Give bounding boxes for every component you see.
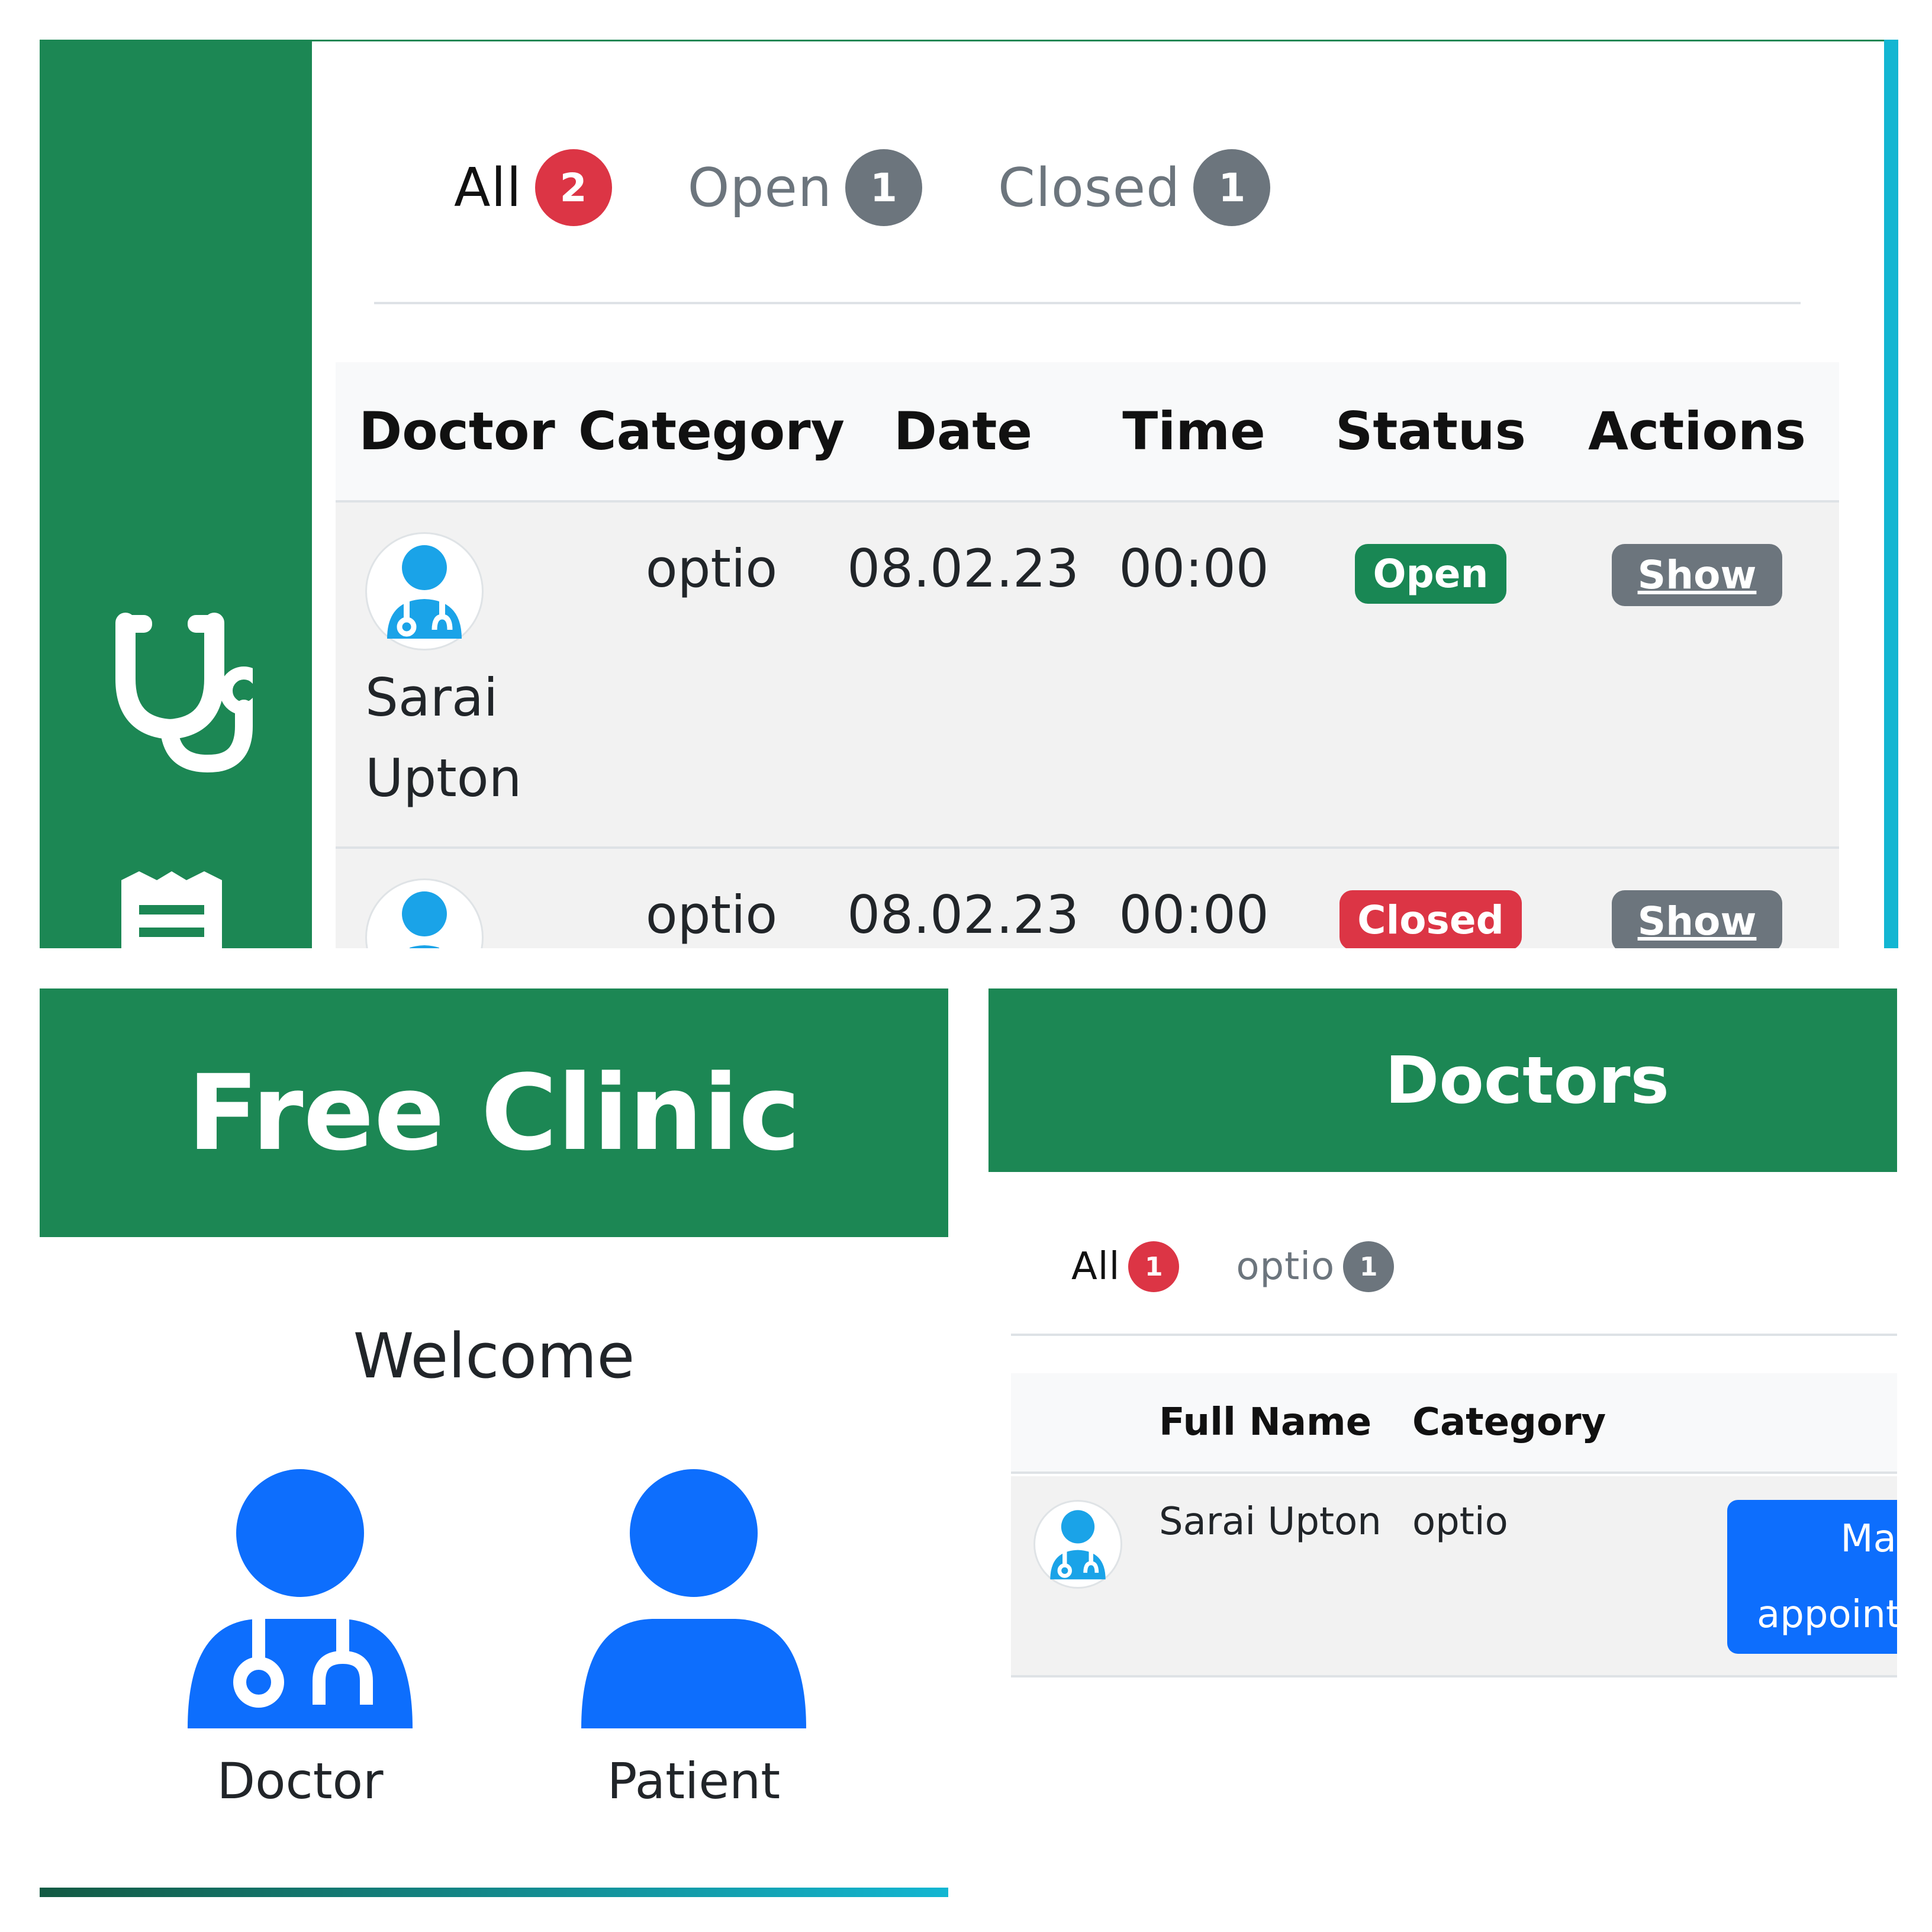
bottom-gradient-line [40,1888,948,1897]
table-header-row: Full Name Category [1011,1373,1897,1474]
table-row: Sarai Upton optio 08.02.23 00:00 Open Sh… [336,501,1839,849]
tab-all-label: All [1071,1245,1120,1289]
clipboard-list-icon[interactable] [115,868,228,948]
show-button[interactable]: Show [1611,544,1783,606]
column-header-category: Category [1412,1400,1606,1444]
tab-all-count-badge: 1 [1128,1241,1180,1292]
doctor-last-name: Upton [365,748,522,809]
column-header-category: Category [578,362,845,503]
date-cell: 08.02.23 [845,501,1081,849]
make-appointment-button[interactable]: Make appoint [1727,1500,1897,1654]
tab-closed[interactable]: Closed 1 [997,149,1271,226]
table-row: Sarai Upton optio Make appoint [1011,1476,1897,1677]
doctor-avatar-icon [1033,1500,1122,1589]
tab-closed-count-badge: 1 [1193,149,1271,226]
user-icon [581,1469,806,1728]
category-cell: optio [578,501,845,849]
status-cell: Open [1306,501,1555,849]
tab-all[interactable]: All 1 [1071,1241,1180,1292]
accent-bar [1884,40,1898,948]
tab-open[interactable]: Open 1 [688,149,922,226]
doctors-title: Doctors [1385,1042,1669,1118]
role-patient-option[interactable]: Patient [581,1468,806,1810]
date-cell: 08.02.23 [845,848,1081,948]
tab-optio-label: optio [1236,1245,1335,1289]
make-appointment-line2: appoint [1757,1593,1897,1637]
tab-all-label: All [454,156,522,219]
time-cell: 00:00 [1081,848,1306,948]
tab-open-label: Open [687,156,832,219]
make-appointment-line1: Make [1840,1517,1897,1561]
tab-optio-count-badge: 1 [1343,1241,1395,1292]
show-button[interactable]: Show [1611,890,1783,948]
actions-cell: Show [1555,848,1839,948]
sidebar [40,40,312,948]
column-header-doctor: Doctor [336,362,578,503]
appointments-table: Doctor Category Date Time Status Actions [336,362,1839,948]
doctor-avatar-icon [365,532,484,651]
appointment-filter-tabs: All 2 Open 1 Closed 1 [454,128,1346,247]
doctor-avatar-icon [365,878,484,948]
column-header-status: Status [1306,362,1555,503]
doctor-cell [336,848,578,948]
doctors-panel: Doctors All 1 optio 1 Full Name Category… [988,988,1897,1897]
category-cell: optio [1412,1500,1508,1544]
tab-all[interactable]: All 2 [454,149,612,226]
doctor-cell: Sarai Upton [336,501,578,849]
column-header-time: Time [1081,362,1306,503]
full-name-cell: Sarai Upton [1159,1500,1382,1544]
role-patient-label: Patient [607,1752,781,1810]
doctor-filter-tabs: All 1 optio 1 [1071,1237,1451,1296]
table-row: optio 08.02.23 00:00 Closed Show [336,848,1839,948]
tab-category-optio[interactable]: optio 1 [1236,1241,1395,1292]
appointments-panel: All 2 Open 1 Closed 1 Doctor Category Da… [40,40,1898,948]
doctors-header: Doctors [988,988,1897,1172]
welcome-panel: Free Clinic Welcome Doctor Patient [40,988,948,1897]
status-cell: Closed [1306,848,1555,948]
welcome-heading: Welcome [353,1320,635,1392]
user-doctor-icon [188,1469,413,1728]
tab-open-count-badge: 1 [845,149,922,226]
status-badge-open: Open [1355,544,1506,604]
stethoscope-icon[interactable] [99,608,253,774]
column-header-full-name: Full Name [1159,1400,1372,1444]
clinic-header: Free Clinic [40,988,948,1237]
tab-closed-label: Closed [997,156,1181,219]
table-header-row: Doctor Category Date Time Status Actions [336,362,1839,503]
tab-all-count-badge: 2 [534,149,612,226]
role-doctor-option[interactable]: Doctor [188,1468,413,1810]
top-border [312,40,1884,41]
tabs-divider [1011,1334,1897,1336]
clinic-title: Free Clinic [187,1052,801,1174]
category-cell: optio [578,848,845,948]
status-badge-closed: Closed [1339,890,1522,948]
column-header-date: Date [845,362,1081,503]
role-doctor-label: Doctor [217,1752,384,1810]
doctor-first-name: Sarai [365,667,498,728]
time-cell: 00:00 [1081,501,1306,849]
column-header-actions: Actions [1555,362,1839,503]
actions-cell: Show [1555,501,1839,849]
tabs-divider [374,302,1801,304]
